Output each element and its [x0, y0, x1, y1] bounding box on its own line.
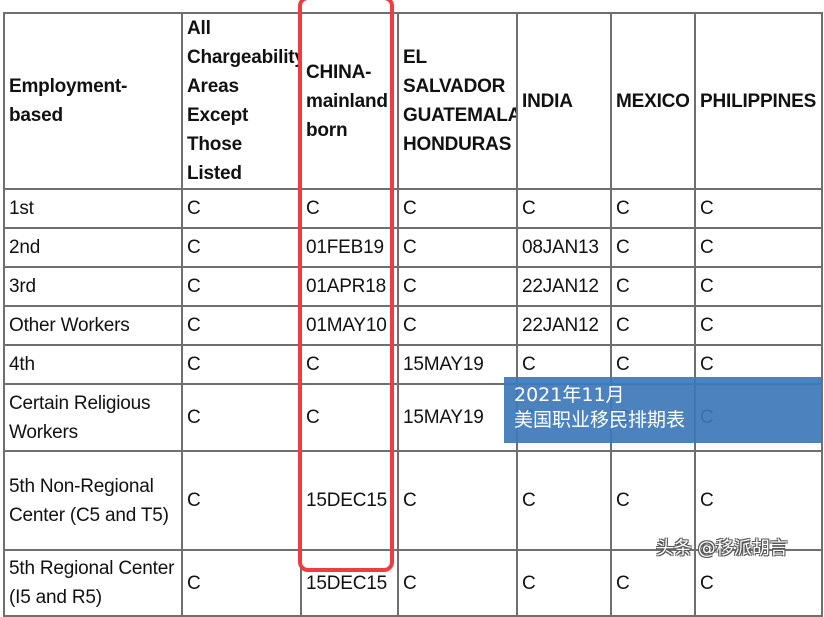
cell-mexico: C — [610, 305, 696, 346]
cell-china: C — [300, 188, 399, 229]
cell-el-salvador-guatemala-honduras: C — [397, 549, 518, 617]
row-category: 4th — [3, 344, 183, 385]
cell-el-salvador-guatemala-honduras: C — [397, 266, 518, 307]
header-mexico: MEXICO — [610, 12, 696, 190]
cell-all-chargeability: C — [181, 305, 302, 346]
cell-china: 01MAY10 — [300, 305, 399, 346]
cell-china: 15DEC15 — [300, 450, 399, 551]
cell-india: C — [516, 188, 612, 229]
table-row: Other Workers C 01MAY10 C 22JAN12 C C — [3, 305, 823, 346]
banner-date: 2021年11月 — [514, 384, 625, 406]
header-line: based — [9, 105, 63, 126]
header-line: Areas Except — [187, 76, 249, 126]
cell-all-chargeability: C — [181, 227, 302, 268]
cell-china: 01APR18 — [300, 266, 399, 307]
header-line: Employment- — [9, 76, 128, 97]
cell-el-salvador-guatemala-honduras: 15MAY19 — [397, 383, 518, 452]
header-line: Chargeability — [187, 47, 301, 68]
visa-bulletin-table: Employment- based All Chargeability Area… — [3, 12, 823, 617]
cell-all-chargeability: C — [181, 383, 302, 452]
header-line: mainland — [306, 90, 388, 112]
cell-all-chargeability: C — [181, 344, 302, 385]
row-category: Other Workers — [3, 305, 183, 346]
table-row: 1st C C C C C C — [3, 188, 823, 229]
row-category: 5th Regional Center (I5 and R5) — [3, 549, 183, 617]
header-all-chargeability: All Chargeability Areas Except Those Lis… — [181, 12, 302, 190]
header-el-salvador-guatemala-honduras: EL SALVADOR GUATEMALA HONDURAS — [397, 12, 518, 190]
cell-el-salvador-guatemala-honduras: C — [397, 450, 518, 551]
row-category: 1st — [3, 188, 183, 229]
row-category: Certain Religious Workers — [3, 383, 183, 452]
cell-china: 15DEC15 — [300, 549, 399, 617]
cell-all-chargeability: C — [181, 188, 302, 229]
cell-china: C — [300, 344, 399, 385]
header-line: Those Listed — [187, 134, 242, 184]
header-line: born — [306, 119, 348, 141]
row-category: 3rd — [3, 266, 183, 307]
row-category: 2nd — [3, 227, 183, 268]
header-line: GUATEMALA — [403, 105, 517, 126]
cell-mexico: C — [610, 188, 696, 229]
cell-philippines: C — [694, 266, 823, 307]
cell-philippines: C — [694, 305, 823, 346]
header-line: PHILIPPINES — [700, 90, 817, 112]
cell-el-salvador-guatemala-honduras: C — [397, 188, 518, 229]
header-line: INDIA — [522, 90, 573, 112]
header-line: EL — [403, 47, 427, 68]
cell-philippines: C — [694, 188, 823, 229]
cell-india: 08JAN13 — [516, 227, 612, 268]
watermark: 头条 @移派胡言 — [656, 538, 788, 559]
row-category: 5th Non-Regional Center (C5 and T5) — [3, 450, 183, 551]
title-banner: 2021年11月 美国职业移民排期表 — [504, 377, 821, 443]
header-employment-based: Employment- based — [3, 12, 183, 190]
cell-mexico: C — [610, 266, 696, 307]
cell-all-chargeability: C — [181, 266, 302, 307]
cell-china: 01FEB19 — [300, 227, 399, 268]
header-china: CHINA- mainland born — [300, 12, 399, 190]
cell-el-salvador-guatemala-honduras: 15MAY19 — [397, 344, 518, 385]
cell-india: 22JAN12 — [516, 266, 612, 307]
header-philippines: PHILIPPINES — [694, 12, 823, 190]
table-row: 2nd C 01FEB19 C 08JAN13 C C — [3, 227, 823, 268]
cell-mexico: C — [610, 227, 696, 268]
cell-el-salvador-guatemala-honduras: C — [397, 227, 518, 268]
banner-title: 美国职业移民排期表 — [514, 409, 686, 431]
header-line: All — [187, 18, 211, 39]
header-india: INDIA — [516, 12, 612, 190]
cell-philippines: C — [694, 227, 823, 268]
header-line: SALVADOR — [403, 76, 506, 97]
cell-india: C — [516, 450, 612, 551]
header-row: Employment- based All Chargeability Area… — [3, 12, 823, 190]
cell-india: 22JAN12 — [516, 305, 612, 346]
header-line: MEXICO — [616, 90, 690, 112]
header-line: CHINA- — [306, 61, 372, 83]
cell-all-chargeability: C — [181, 450, 302, 551]
cell-china: C — [300, 383, 399, 452]
header-line: HONDURAS — [403, 134, 512, 155]
cell-el-salvador-guatemala-honduras: C — [397, 305, 518, 346]
table-row: 3rd C 01APR18 C 22JAN12 C C — [3, 266, 823, 307]
cell-all-chargeability: C — [181, 549, 302, 617]
cell-india: C — [516, 549, 612, 617]
